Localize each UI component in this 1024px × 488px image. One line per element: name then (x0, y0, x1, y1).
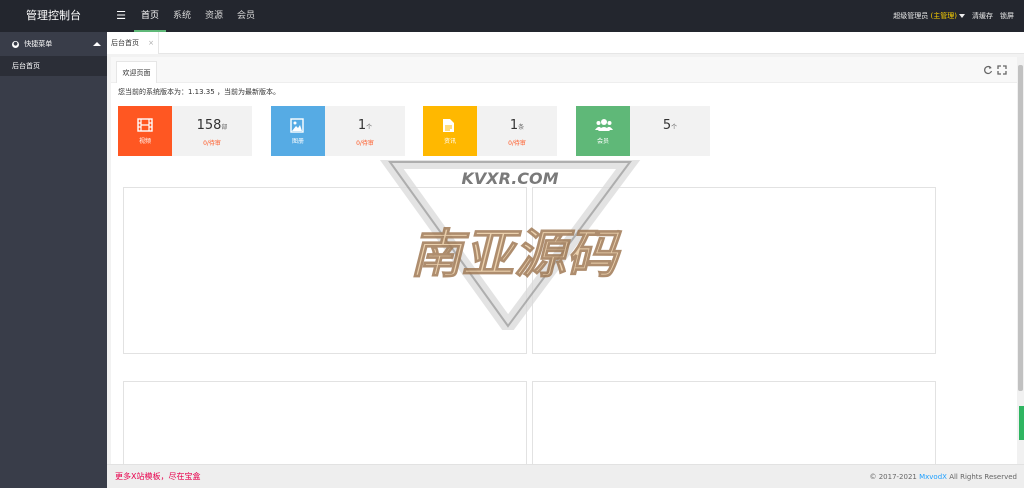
stat-card-count: 5个 (662, 118, 678, 133)
stat-card-pending: 0/待审 (508, 140, 526, 147)
fullscreen-icon[interactable] (997, 65, 1007, 75)
stat-card-pending: 0/待审 (203, 140, 221, 147)
chevron-up-icon (93, 42, 101, 46)
stat-card-articles[interactable]: 资讯 1条 0/待审 (423, 106, 557, 156)
lock-screen-link[interactable]: 锁屏 (1000, 11, 1014, 21)
brand-title: 管理控制台 (26, 9, 81, 22)
stat-card-pending: 0/待审 (356, 140, 374, 147)
stat-card-icon-area: 资讯 (423, 106, 477, 156)
circle-icon: ● (12, 40, 19, 48)
stat-card-count: 1条 (509, 118, 525, 133)
stat-card-label: 图册 (291, 138, 304, 145)
close-icon[interactable]: × (148, 32, 154, 54)
tab-label: 后台首页 (111, 39, 139, 47)
stat-card-label: 会员 (596, 138, 609, 145)
image-icon (290, 118, 304, 133)
nav-item-members[interactable]: 会员 (230, 0, 262, 32)
sidebar-section-quick-menu[interactable]: ● 快捷菜单 (0, 32, 107, 56)
stat-card-icon-area: 图册 (271, 106, 325, 156)
nav-item-home[interactable]: 首页 (134, 0, 167, 32)
top-header: 管理控制台 ☰ 首页 系统 资源 会员 超级管理员 (主管理) 清缓存 锁屏 (0, 0, 1024, 32)
stat-card-albums[interactable]: 图册 1个 0/待审 (271, 106, 405, 156)
stat-card-icon-area: 视频 (118, 106, 172, 156)
top-nav: 首页 系统 资源 会员 (134, 0, 262, 32)
nav-item-system[interactable]: 系统 (166, 0, 198, 32)
user-name: 超级管理员 (893, 12, 929, 20)
stat-card-videos[interactable]: 视频 158部 0/待审 (118, 106, 252, 156)
chart-box-2 (532, 187, 936, 354)
stat-card-count: 1个 (357, 118, 373, 133)
stat-card-label: 视频 (138, 138, 151, 145)
list-icon[interactable]: ☰ (112, 0, 130, 32)
stat-card-label: 资讯 (443, 138, 456, 145)
chart-box-4 (532, 381, 936, 465)
scrollbar[interactable] (1017, 57, 1024, 464)
tab-strip: 后台首页 × (107, 32, 1024, 54)
user-menu[interactable]: 超级管理员 (主管理) (893, 11, 965, 21)
footer: 更多X站模板，尽在宝盒 © 2017-2021 MxvodX All Right… (107, 464, 1024, 488)
sidebar-item-dashboard[interactable]: 后台首页 (0, 56, 107, 76)
users-icon (595, 119, 613, 131)
clear-cache-link[interactable]: 清缓存 (972, 11, 993, 21)
refresh-icon[interactable] (983, 65, 993, 75)
panel-header: 欢迎页面 (111, 57, 1017, 83)
tab-dashboard[interactable]: 后台首页 × (107, 32, 159, 54)
document-icon (443, 119, 454, 132)
sidebar: ● 快捷菜单 后台首页 (0, 32, 107, 488)
caret-down-icon (959, 14, 965, 18)
stat-card-count: 158部 (196, 118, 228, 133)
header-actions: 超级管理员 (主管理) 清缓存 锁屏 (893, 0, 1014, 32)
nav-item-resources[interactable]: 资源 (198, 0, 230, 32)
stat-card-icon-area: 会员 (576, 106, 630, 156)
tab-welcome[interactable]: 欢迎页面 (116, 61, 157, 83)
sidebar-section-label: 快捷菜单 (24, 40, 53, 48)
stat-card-members[interactable]: 会员 5个 (576, 106, 710, 156)
chart-box-3 (123, 381, 527, 465)
side-tab-marker[interactable] (1019, 406, 1024, 440)
copyright: © 2017-2021 MxvodX All Rights Reserved (869, 473, 1017, 481)
chart-box-1 (123, 187, 527, 354)
brand-link[interactable]: MxvodX (919, 473, 947, 481)
version-notice: 您当前的系统版本为：1.13.35 ，当前为最新版本。 (118, 88, 280, 96)
film-icon (137, 118, 153, 132)
scrollbar-thumb[interactable] (1018, 65, 1023, 391)
welcome-panel: 欢迎页面 您当前的系统版本为：1.13.35 ，当前为最新版本。 视频 158部… (111, 57, 1017, 465)
user-role: (主管理) (930, 12, 957, 20)
more-templates-link[interactable]: 更多X站模板，尽在宝盒 (115, 465, 200, 488)
